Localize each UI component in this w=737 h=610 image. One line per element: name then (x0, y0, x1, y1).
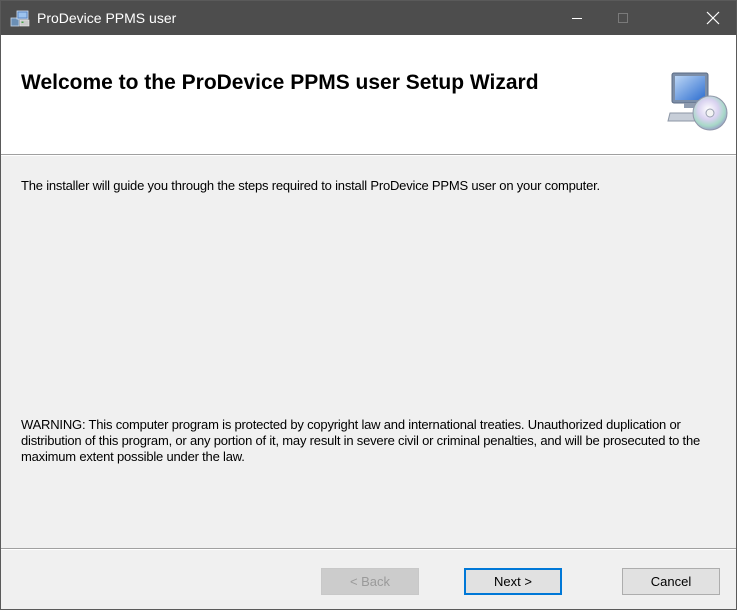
window-title: ProDevice PPMS user (37, 10, 177, 26)
maximize-icon (618, 13, 628, 23)
page-title: Welcome to the ProDevice PPMS user Setup… (21, 71, 539, 94)
title-bar[interactable]: ProDevice PPMS user (1, 1, 736, 35)
back-button[interactable]: < Back (321, 568, 419, 595)
minimize-icon (572, 18, 582, 19)
installer-app-icon (10, 10, 30, 27)
close-button[interactable] (690, 1, 736, 35)
cancel-button[interactable]: Cancel (622, 568, 720, 595)
header-banner: Welcome to the ProDevice PPMS user Setup… (1, 35, 736, 154)
computer-cd-icon (667, 72, 728, 131)
intro-text: The installer will guide you through the… (21, 178, 600, 193)
minimize-button[interactable] (554, 1, 600, 35)
maximize-button[interactable] (600, 1, 646, 35)
footer-divider-highlight (1, 549, 736, 550)
copyright-warning: WARNING: This computer program is protec… (21, 417, 701, 464)
header-divider-highlight (1, 155, 736, 156)
next-button[interactable]: Next > (464, 568, 562, 595)
close-icon (706, 11, 720, 25)
setup-wizard-window: ProDevice PPMS user Welcome to the ProDe… (0, 0, 737, 610)
